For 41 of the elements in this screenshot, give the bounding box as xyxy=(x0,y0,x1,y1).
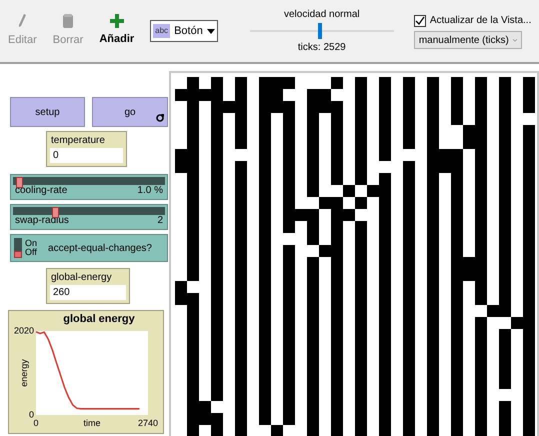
model-button[interactable]: go xyxy=(92,97,168,127)
view-update-checkbox[interactable]: Actualizar de la Vista... xyxy=(414,13,532,28)
x-tick-label: 0 xyxy=(34,418,38,428)
slider-widget[interactable]: cooling-rate 1.0 % xyxy=(10,174,168,200)
switch-label: accept-equal-changes? xyxy=(48,242,152,256)
slider-value: 2 xyxy=(157,215,163,227)
slider-label: swap-radius xyxy=(15,215,69,227)
plus-icon xyxy=(110,14,124,28)
slider-widget[interactable]: swap-radius 2 xyxy=(10,204,168,230)
switch-on-label: On xyxy=(25,239,38,248)
widget-type-icon: abc xyxy=(153,24,170,38)
x-tick-label: 2740 xyxy=(138,418,158,428)
slider-label: cooling-rate xyxy=(15,185,68,197)
switch-off-label: Off xyxy=(25,248,38,257)
y-tick-label: 2020 xyxy=(14,325,34,336)
dropdown-value: Botón xyxy=(174,24,203,39)
widget-chooser[interactable]: abc Botón xyxy=(150,20,218,42)
update-mode-dropdown[interactable]: manualmente (ticks) xyxy=(414,31,522,49)
switch-toggle[interactable] xyxy=(14,238,22,258)
monitor-value: 0 xyxy=(50,148,123,163)
plot-title: global energy xyxy=(63,313,135,325)
x-axis-label: time xyxy=(84,418,100,428)
y-tick-label: 0 xyxy=(28,409,34,420)
slider-value: 1.0 % xyxy=(137,185,163,197)
toolbar-button[interactable]: Añadir xyxy=(95,14,138,48)
pencil-icon xyxy=(17,13,28,30)
chevron-down-icon xyxy=(512,38,517,42)
dropdown-arrow-icon xyxy=(206,28,215,34)
speed-slider[interactable] xyxy=(250,23,394,39)
slider-thumb[interactable] xyxy=(318,23,322,39)
checkmark-icon xyxy=(414,16,425,26)
switch-widget[interactable]: On Off accept-equal-changes? xyxy=(10,234,168,262)
monitor-value: 260 xyxy=(50,285,126,300)
trash-icon xyxy=(62,13,74,30)
model-button[interactable]: setup xyxy=(10,97,85,127)
y-axis-label: energy xyxy=(19,359,29,387)
slider-handle[interactable] xyxy=(52,207,60,218)
tick-counter: ticks: 2529 xyxy=(298,41,346,55)
speed-label: velocidad normal xyxy=(284,8,360,22)
monitor-label: global-energy xyxy=(50,272,113,283)
monitor-label: temperature xyxy=(50,135,106,146)
